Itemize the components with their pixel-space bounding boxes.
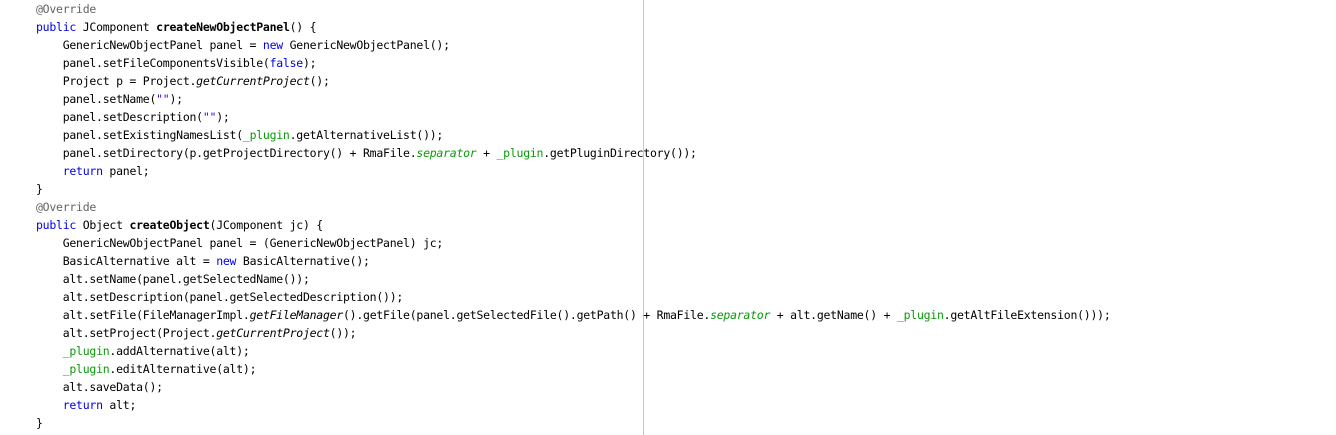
static-method-token: getCurrentProject [196, 74, 310, 88]
field-token: _plugin [242, 128, 290, 142]
code-text: } [36, 416, 43, 430]
keyword-token: new [262, 38, 283, 52]
code-line[interactable]: @Override [36, 198, 1111, 216]
code-text: panel; [102, 164, 150, 178]
code-line[interactable]: panel.setDirectory(p.getProjectDirectory… [36, 144, 1111, 162]
code-line[interactable]: @Override [36, 0, 1111, 18]
string-token: "" [202, 110, 217, 124]
code-text: .addAlternative(alt); [109, 344, 250, 358]
code-area[interactable]: @Override public JComponent createNewObje… [36, 0, 1111, 432]
code-text: panel.setFileComponentsVisible( [36, 56, 270, 70]
code-text: (); [309, 74, 330, 88]
code-line[interactable]: panel.setFileComponentsVisible(false); [36, 54, 1111, 72]
code-text: panel.setDirectory(p.getProjectDirectory… [36, 146, 417, 160]
code-text: .editAlternative(alt); [109, 362, 257, 376]
code-text: () { [289, 20, 317, 34]
code-editor[interactable]: @Override public JComponent createNewObje… [0, 0, 1336, 435]
code-text: ()); [329, 326, 357, 340]
code-line[interactable]: _plugin.editAlternative(alt); [36, 360, 1111, 378]
code-text: + [476, 146, 497, 160]
code-text: + alt.getName() + [770, 308, 897, 322]
code-text: (JComponent jc) { [209, 218, 324, 232]
code-text: GenericNewObjectPanel(); [282, 38, 450, 52]
code-line[interactable]: } [36, 180, 1111, 198]
code-line[interactable]: alt.saveData(); [36, 378, 1111, 396]
code-line[interactable]: panel.setExistingNamesList(_plugin.getAl… [36, 126, 1111, 144]
code-text: .getAltFileExtension())); [943, 308, 1111, 322]
code-line[interactable]: alt.setDescription(panel.getSelectedDesc… [36, 288, 1111, 306]
code-text: panel.setName( [36, 92, 157, 106]
static-field-token: separator [710, 308, 771, 322]
static-field-token: separator [416, 146, 477, 160]
code-text: alt.setName(panel.getSelectedName()); [36, 272, 310, 286]
code-line[interactable]: alt.setFile(FileManagerImpl.getFileManag… [36, 306, 1111, 324]
keyword-token: public [36, 20, 77, 34]
field-token: _plugin [62, 344, 110, 358]
code-text: Object [76, 218, 130, 232]
code-text: } [36, 182, 43, 196]
code-text: ); [216, 110, 230, 124]
code-text: panel.setDescription( [36, 110, 203, 124]
code-line[interactable]: _plugin.addAlternative(alt); [36, 342, 1111, 360]
code-line[interactable]: alt.setName(panel.getSelectedName()); [36, 270, 1111, 288]
static-method-token: getCurrentProject [216, 326, 330, 340]
code-line[interactable]: Project p = Project.getCurrentProject(); [36, 72, 1111, 90]
code-line[interactable]: BasicAlternative alt = new BasicAlternat… [36, 252, 1111, 270]
method-name-token: createObject [129, 218, 210, 232]
code-text: alt.setProject(Project. [36, 326, 217, 340]
static-method-token: getFileManager [249, 308, 344, 322]
code-text: alt.saveData(); [36, 380, 163, 394]
code-text: .getPluginDirectory()); [543, 146, 697, 160]
code-text: Project p = Project. [36, 74, 197, 88]
code-line[interactable]: panel.setDescription(""); [36, 108, 1111, 126]
field-token: _plugin [62, 362, 110, 376]
code-text: JComponent [76, 20, 157, 34]
code-line[interactable]: public Object createObject(JComponent jc… [36, 216, 1111, 234]
annotation-token: @Override [36, 2, 97, 16]
code-text: BasicAlternative alt = [36, 254, 217, 268]
code-text: alt.setDescription(panel.getSelectedDesc… [36, 290, 404, 304]
code-text: .getAlternativeList()); [289, 128, 444, 142]
string-token: "" [156, 92, 170, 106]
annotation-token: @Override [36, 200, 97, 214]
code-text: GenericNewObjectPanel panel = [36, 38, 263, 52]
keyword-token: return [62, 398, 103, 412]
method-name-token: createNewObjectPanel [156, 20, 290, 34]
code-text: BasicAlternative(); [236, 254, 370, 268]
code-text: ().getFile(panel.getSelectedFile().getPa… [343, 308, 711, 322]
code-line[interactable]: return panel; [36, 162, 1111, 180]
code-text: alt.setFile(FileManagerImpl. [36, 308, 250, 322]
code-line[interactable]: public JComponent createNewObjectPanel()… [36, 18, 1111, 36]
keyword-token: false [269, 56, 304, 70]
code-text: ); [169, 92, 183, 106]
field-token: _plugin [496, 146, 544, 160]
keyword-token: public [36, 218, 77, 232]
code-text: ); [302, 56, 317, 70]
code-line[interactable]: return alt; [36, 396, 1111, 414]
code-line[interactable]: } [36, 414, 1111, 432]
code-text: alt; [102, 398, 137, 412]
field-token: _plugin [896, 308, 944, 322]
code-text: panel.setExistingNamesList( [36, 128, 243, 142]
keyword-token: return [62, 164, 103, 178]
code-line[interactable]: alt.setProject(Project.getCurrentProject… [36, 324, 1111, 342]
code-text: GenericNewObjectPanel panel = (GenericNe… [36, 236, 444, 250]
code-line[interactable]: GenericNewObjectPanel panel = (GenericNe… [36, 234, 1111, 252]
keyword-token: new [216, 254, 237, 268]
code-line[interactable]: panel.setName(""); [36, 90, 1111, 108]
code-line[interactable]: GenericNewObjectPanel panel = new Generi… [36, 36, 1111, 54]
